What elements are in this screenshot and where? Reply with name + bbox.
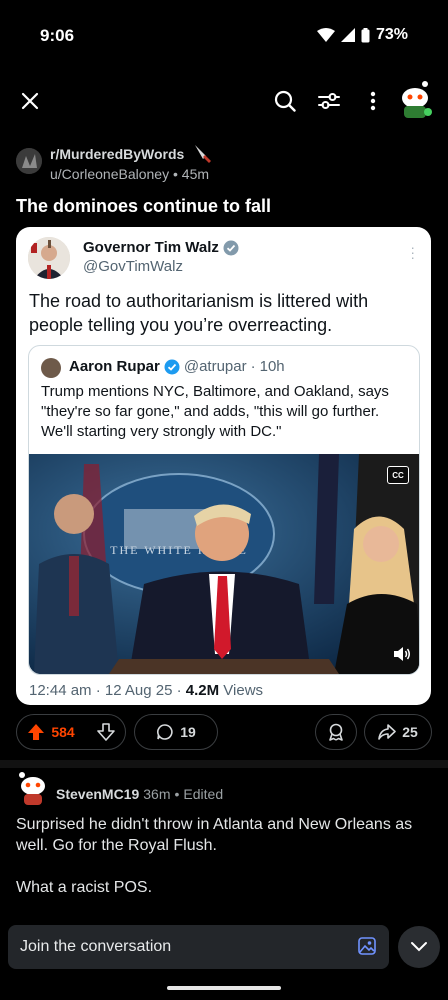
tweet-time-date: 12:44 am · 12 Aug 25 · — [29, 682, 186, 699]
tweet-author-name: Governor Tim Walz — [83, 239, 239, 256]
comment-edited-label: Edited — [183, 786, 224, 802]
sort-filter-button[interactable] — [314, 86, 344, 116]
award-icon — [329, 723, 343, 741]
add-image-icon[interactable] — [357, 936, 377, 956]
verified-badge-icon — [223, 240, 239, 255]
post-title[interactable]: The dominoes continue to fall — [16, 196, 271, 217]
status-bar: 9:06 73% — [0, 0, 448, 72]
section-divider — [0, 760, 448, 768]
quoted-author-handle: @atrupar — [183, 358, 247, 375]
more-vertical-icon — [370, 91, 376, 111]
more-options-button[interactable] — [358, 86, 388, 116]
volume-icon — [394, 647, 410, 661]
snoo-avatar-icon — [402, 81, 432, 118]
post-age: 45m — [181, 166, 210, 182]
sort-filter-icon — [318, 93, 340, 109]
quoted-tweet: Aaron Rupar @atrupar · 10h Trump mention… — [28, 345, 420, 675]
subreddit-name[interactable]: r/MurderedByWords — [50, 146, 184, 162]
tweet-view-count: 4.2M — [185, 682, 220, 699]
join-conversation-placeholder: Join the conversation — [20, 938, 172, 955]
top-app-bar — [0, 78, 448, 124]
comment-count: 19 — [180, 724, 196, 740]
post-byline: u/CorleoneBaloney • 45m — [50, 166, 209, 182]
verified-badge-icon — [164, 359, 180, 374]
comment-icon — [157, 724, 173, 740]
chevron-down-icon — [411, 942, 427, 952]
home-indicator — [167, 986, 281, 990]
downvote-icon[interactable] — [96, 723, 115, 741]
comment-composer-bar: Join the conversation — [0, 920, 448, 1000]
share-button[interactable]: 25 — [364, 714, 432, 750]
quoted-tweet-header: Aaron Rupar @atrupar · 10h — [69, 358, 285, 375]
battery-percent: 73% — [375, 26, 408, 43]
cellular-icon — [340, 28, 355, 42]
subreddit-avatar[interactable] — [16, 148, 42, 174]
join-conversation-input[interactable]: Join the conversation — [8, 925, 389, 969]
share-icon — [378, 724, 397, 740]
upvote-icon[interactable] — [27, 723, 45, 741]
search-icon — [274, 90, 296, 112]
comment-paragraph: What a racist POS. — [16, 879, 153, 896]
comments-button[interactable]: 19 — [134, 714, 218, 750]
tweet-author-avatar — [28, 237, 70, 279]
comment-age: 36m — [143, 786, 171, 802]
tweet-meta: 12:44 am · 12 Aug 25 · 4.2M Views — [29, 682, 263, 699]
comment-meta-separator: • — [174, 786, 180, 802]
comment-paragraph: Surprised he didn't throw in Atlanta and… — [16, 816, 413, 854]
quoted-tweet-text: Trump mentions NYC, Baltimore, and Oakla… — [41, 383, 389, 440]
tweet-views-label: Views — [219, 682, 264, 699]
award-button[interactable] — [315, 714, 357, 750]
tweet-author-name-text: Governor Tim Walz — [83, 239, 219, 256]
comment-body: Surprised he didn't throw in Atlanta and… — [16, 814, 432, 919]
share-count: 25 — [402, 724, 418, 740]
user-avatar-button[interactable] — [398, 80, 432, 118]
snoo-avatar-icon — [19, 772, 45, 805]
tweet-author-handle: @GovTimWalz — [83, 258, 183, 275]
quoted-dot: · — [250, 358, 256, 375]
close-button[interactable] — [15, 86, 45, 116]
close-icon — [21, 92, 39, 110]
quoted-age: 10h — [259, 358, 285, 375]
post-action-bar: 584 19 25 — [16, 714, 432, 750]
tweet-more-icon: · · · — [410, 239, 415, 265]
wifi-icon — [316, 28, 335, 42]
commenter-username[interactable]: StevenMC19 — [56, 786, 139, 802]
commenter-avatar[interactable] — [16, 772, 48, 806]
vote-count: 584 — [51, 724, 75, 740]
quoted-author-name: Aaron Rupar — [69, 358, 160, 375]
quoted-author-avatar — [41, 358, 61, 378]
battery-icon — [361, 27, 370, 42]
comment-meta: StevenMC19 36m • Edited — [56, 786, 223, 802]
byline-separator: • — [172, 166, 182, 182]
flair-knife-icon — [195, 145, 211, 163]
status-icons: 73% — [316, 26, 408, 44]
vote-control: 584 — [16, 714, 126, 750]
quoted-video-thumbnail: THE WHITE HOUSE CC — [29, 454, 419, 674]
post-image[interactable]: Governor Tim Walz @GovTimWalz · · · The ro… — [16, 227, 431, 705]
tweet-text: The road to authoritarianism is littered… — [29, 291, 369, 335]
next-comment-button[interactable] — [398, 926, 440, 968]
status-time: 9:06 — [40, 26, 75, 45]
post-author[interactable]: u/CorleoneBaloney — [50, 166, 169, 182]
press-briefing-image: THE WHITE HOUSE — [29, 454, 419, 674]
post-header: r/MurderedByWords u/CorleoneBaloney • 45… — [16, 142, 432, 186]
search-button[interactable] — [270, 86, 300, 116]
closed-captions-button: CC — [387, 466, 409, 484]
